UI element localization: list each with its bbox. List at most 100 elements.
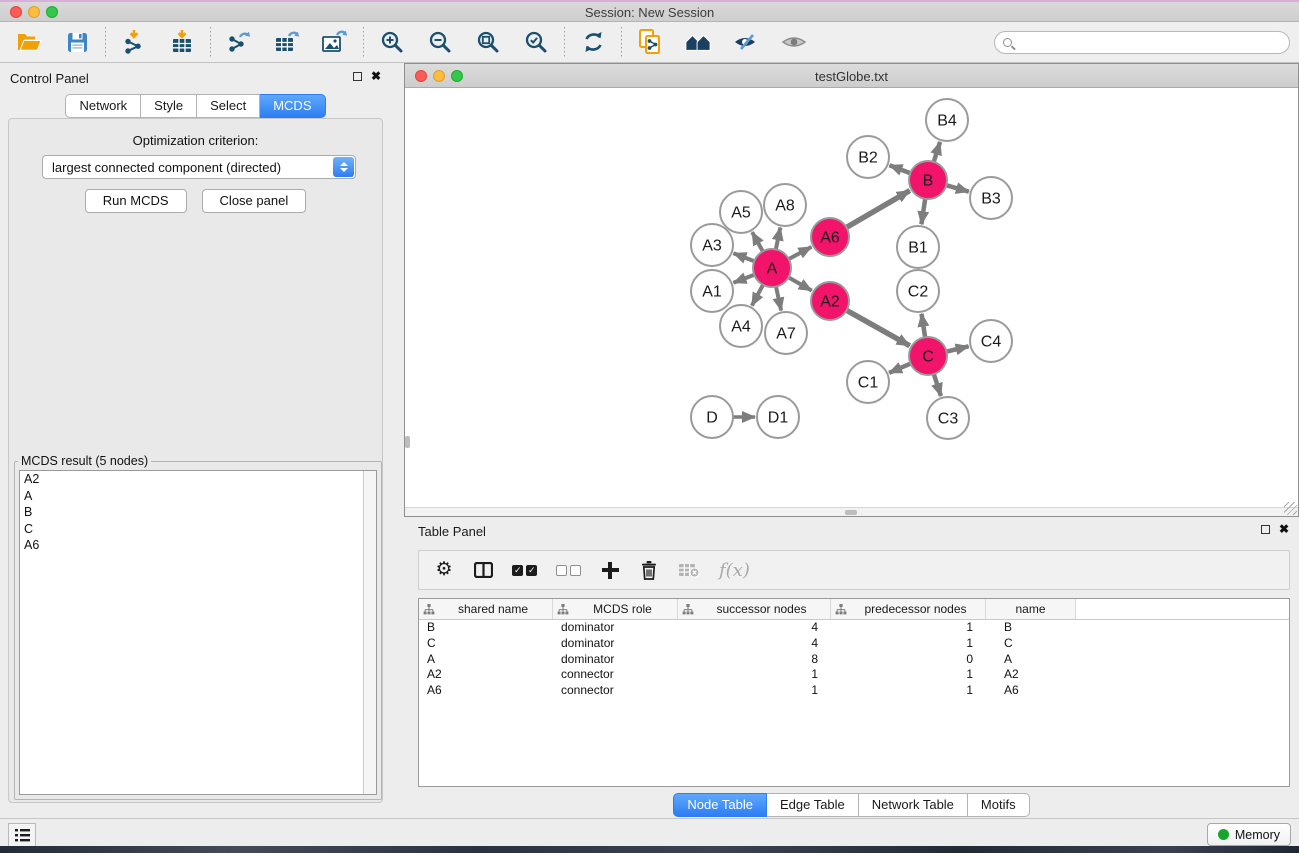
graph-node-C3[interactable]: C3 — [927, 397, 969, 439]
close-panel-button[interactable]: Close panel — [202, 189, 307, 213]
tab-node-table[interactable]: Node Table — [673, 793, 767, 817]
refresh-icon[interactable] — [580, 29, 606, 55]
import-table-icon[interactable] — [169, 29, 195, 55]
mcds-result-item[interactable]: C — [20, 521, 376, 538]
network-canvas[interactable]: AA1A3A5A8A4A7A6A2BB2B4B3B1C2CC1C4C3DD1 — [405, 88, 1298, 516]
close-table-panel-icon[interactable]: ✖ — [1279, 524, 1289, 534]
table-row[interactable]: Adominator80A — [419, 652, 1289, 668]
network-horizontal-scrollbar[interactable] — [405, 507, 1298, 516]
table-cell[interactable]: 8 — [678, 652, 831, 668]
column-layout-icon[interactable] — [473, 559, 493, 581]
network-vertical-scrollbar[interactable] — [405, 436, 410, 448]
table-cell[interactable]: C — [986, 636, 1076, 652]
graph-node-C4[interactable]: C4 — [970, 320, 1012, 362]
table-cell[interactable]: C — [419, 636, 553, 652]
column-header-name[interactable]: name — [986, 599, 1076, 619]
table-cell[interactable]: connector — [553, 683, 678, 699]
table-cell[interactable]: 1 — [831, 636, 986, 652]
mcds-result-item[interactable]: A6 — [20, 537, 376, 554]
graph-node-C[interactable]: C — [909, 337, 947, 375]
tab-motifs[interactable]: Motifs — [968, 793, 1030, 817]
node-table[interactable]: shared nameMCDS rolesuccessor nodesprede… — [418, 598, 1290, 787]
graph-node-B3[interactable]: B3 — [970, 177, 1012, 219]
tab-edge-table[interactable]: Edge Table — [767, 793, 859, 817]
graph-node-B4[interactable]: B4 — [926, 99, 968, 141]
graph-node-A6[interactable]: A6 — [811, 218, 849, 256]
table-cell[interactable]: dominator — [553, 652, 678, 668]
table-cell[interactable]: A — [986, 652, 1076, 668]
list-scrollbar[interactable] — [363, 471, 376, 794]
table-cell[interactable]: A6 — [419, 683, 553, 699]
graph-node-D1[interactable]: D1 — [757, 396, 799, 438]
tab-select[interactable]: Select — [197, 94, 260, 118]
table-cell[interactable]: 1 — [678, 667, 831, 683]
table-cell[interactable]: 4 — [678, 620, 831, 636]
deselect-all-icon[interactable] — [556, 559, 581, 581]
table-cell[interactable]: B — [419, 620, 553, 636]
table-cell[interactable]: 1 — [831, 683, 986, 699]
mcds-result-item[interactable]: B — [20, 504, 376, 521]
float-table-panel-icon[interactable] — [1261, 525, 1270, 534]
tab-network-table[interactable]: Network Table — [859, 793, 968, 817]
search-input[interactable] — [994, 31, 1290, 54]
memory-button[interactable]: Memory — [1207, 823, 1291, 846]
table-cell[interactable]: 1 — [678, 683, 831, 699]
mcds-result-item[interactable]: A2 — [20, 471, 376, 488]
column-header-successor-nodes[interactable]: successor nodes — [678, 599, 831, 619]
export-network-icon[interactable] — [226, 29, 252, 55]
tab-mcds[interactable]: MCDS — [260, 94, 325, 118]
table-cell[interactable]: 4 — [678, 636, 831, 652]
mcds-result-list[interactable]: A2ABCA6 — [19, 470, 377, 795]
graph-node-D[interactable]: D — [691, 396, 733, 438]
graph-node-C2[interactable]: C2 — [897, 270, 939, 312]
graph-node-A[interactable]: A — [753, 249, 791, 287]
resize-grip-icon[interactable] — [1284, 502, 1297, 515]
table-cell[interactable]: 1 — [831, 620, 986, 636]
table-cell[interactable]: A2 — [419, 667, 553, 683]
zoom-in-icon[interactable] — [379, 29, 405, 55]
table-cell[interactable]: A2 — [986, 667, 1076, 683]
mcds-result-item[interactable]: A — [20, 488, 376, 505]
table-cell[interactable]: dominator — [553, 620, 678, 636]
graph-node-C1[interactable]: C1 — [847, 361, 889, 403]
export-image-icon[interactable] — [322, 29, 348, 55]
select-all-icon[interactable] — [512, 559, 537, 581]
add-column-icon[interactable] — [600, 559, 620, 581]
open-session-icon[interactable] — [16, 29, 42, 55]
float-panel-icon[interactable] — [353, 72, 362, 81]
run-mcds-button[interactable]: Run MCDS — [85, 189, 187, 213]
import-network-icon[interactable] — [121, 29, 147, 55]
export-table-icon[interactable] — [274, 29, 300, 55]
graph-node-A8[interactable]: A8 — [764, 184, 806, 226]
scrollbar-thumb[interactable] — [845, 510, 857, 515]
tab-style[interactable]: Style — [141, 94, 197, 118]
show-eye-icon[interactable] — [781, 29, 807, 55]
table-cell[interactable]: A6 — [986, 683, 1076, 699]
network-window-titlebar[interactable]: testGlobe.txt — [405, 64, 1298, 88]
delete-column-trash-icon[interactable] — [639, 559, 659, 581]
table-cell[interactable]: A — [419, 652, 553, 668]
graph-node-A5[interactable]: A5 — [720, 191, 762, 233]
table-row[interactable]: Bdominator41B — [419, 620, 1289, 636]
table-cell[interactable]: dominator — [553, 636, 678, 652]
column-header-predecessor-nodes[interactable]: predecessor nodes — [831, 599, 986, 619]
zoom-selected-icon[interactable] — [523, 29, 549, 55]
table-row[interactable]: A2connector11A2 — [419, 667, 1289, 683]
save-session-icon[interactable] — [64, 29, 90, 55]
home-view-icon[interactable] — [685, 29, 711, 55]
graph-node-A3[interactable]: A3 — [691, 224, 733, 266]
hide-eye-icon[interactable] — [733, 29, 759, 55]
table-cell[interactable]: 1 — [831, 667, 986, 683]
graph-node-A4[interactable]: A4 — [720, 305, 762, 347]
criterion-dropdown[interactable]: largest connected component (directed) — [42, 155, 356, 179]
table-settings-gear-icon[interactable]: ⚙ — [434, 559, 454, 581]
close-panel-icon[interactable]: ✖ — [371, 71, 381, 81]
table-cell[interactable]: B — [986, 620, 1076, 636]
graph-node-A1[interactable]: A1 — [691, 270, 733, 312]
zoom-fit-icon[interactable] — [475, 29, 501, 55]
table-cell[interactable]: connector — [553, 667, 678, 683]
task-history-button[interactable] — [8, 823, 36, 847]
graph-node-A7[interactable]: A7 — [765, 312, 807, 354]
table-cell[interactable]: 0 — [831, 652, 986, 668]
zoom-out-icon[interactable] — [427, 29, 453, 55]
